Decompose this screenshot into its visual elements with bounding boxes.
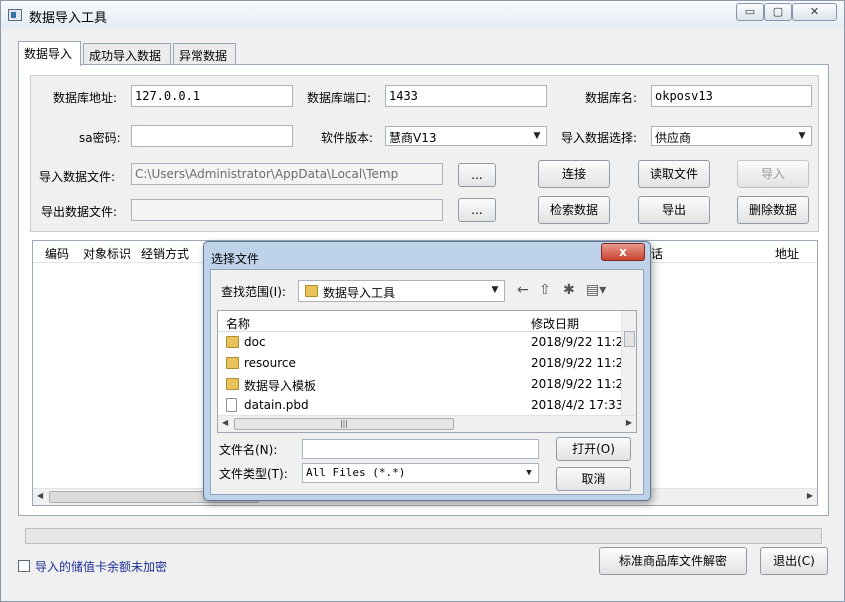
db-address-label: 数据库地址: xyxy=(53,91,118,105)
back-arrow-icon[interactable]: ← xyxy=(517,282,529,298)
file-row[interactable]: doc 2018/9/22 11:21 xyxy=(218,332,622,353)
col-object-id[interactable]: 对象标识 xyxy=(83,245,131,262)
decrypt-button[interactable]: 标准商品库文件解密 xyxy=(599,547,747,575)
import-select-label: 导入数据选择: xyxy=(561,131,638,145)
browse-import-button[interactable]: ... xyxy=(458,163,496,187)
scroll-thumb[interactable] xyxy=(624,331,635,347)
folder-icon xyxy=(226,357,239,369)
sa-password-label: sa密码: xyxy=(79,131,121,145)
filename-input[interactable] xyxy=(302,439,539,459)
col-address[interactable]: 地址 xyxy=(775,245,799,262)
file-date: 2018/9/22 11:21 xyxy=(531,377,621,391)
tab-data-import[interactable]: 数据导入 xyxy=(18,41,81,66)
main-window: 数据导入工具 ▭ ▢ ✕ 数据导入 成功导入数据 异常数据 数据库地址: 127… xyxy=(0,0,845,602)
col-phone[interactable]: 话 xyxy=(651,245,663,262)
dialog-close-button[interactable]: x xyxy=(601,243,645,261)
file-list-horizontal-scrollbar[interactable]: ◀ ||| ▶ xyxy=(218,415,636,432)
folder-icon xyxy=(226,378,239,390)
filetype-select[interactable]: All Files (*.*) ▼ xyxy=(302,463,539,483)
view-menu-icon[interactable]: ▤▾ xyxy=(586,282,606,298)
select-file-dialog: 选择文件 x 查找范围(I): 数据导入工具 ▼ ← ⇧ ✱ ▤▾ 名称 修改日… xyxy=(203,241,651,501)
scroll-right-icon[interactable]: ▶ xyxy=(807,491,813,500)
db-name-input[interactable]: okposv13 xyxy=(651,85,812,107)
exit-button[interactable]: 退出(C) xyxy=(760,547,828,575)
dialog-body: 查找范围(I): 数据导入工具 ▼ ← ⇧ ✱ ▤▾ 名称 修改日期 doc 2… xyxy=(210,269,644,495)
col-code[interactable]: 编码 xyxy=(45,245,69,262)
file-name: datain.pbd xyxy=(244,398,309,412)
close-window-button[interactable]: ✕ xyxy=(792,3,837,21)
import-data-select[interactable]: 供应商 ▼ xyxy=(651,126,812,146)
software-version-value: 慧商V13 xyxy=(389,131,437,145)
new-folder-icon[interactable]: ✱ xyxy=(563,282,575,298)
delete-data-button[interactable]: 删除数据 xyxy=(737,196,809,224)
file-list-header: 名称 修改日期 xyxy=(218,311,622,332)
software-version-label: 软件版本: xyxy=(321,131,374,145)
software-version-select[interactable]: 慧商V13 ▼ xyxy=(385,126,547,146)
sa-password-input[interactable] xyxy=(131,125,293,147)
title-bar[interactable]: 数据导入工具 ▭ ▢ ✕ xyxy=(1,1,844,29)
file-row[interactable]: resource 2018/9/22 11:21 xyxy=(218,353,622,374)
tab-success-import[interactable]: 成功导入数据 xyxy=(83,43,171,65)
connection-settings-group: 数据库地址: 127.0.0.1 数据库端口: 1433 数据库名: okpos… xyxy=(30,75,819,232)
import-file-input[interactable]: C:\Users\Administrator\AppData\Local\Tem… xyxy=(131,163,443,185)
col-sales-method[interactable]: 经销方式 xyxy=(141,245,189,262)
up-folder-icon[interactable]: ⇧ xyxy=(539,282,551,298)
lookin-select[interactable]: 数据导入工具 ▼ xyxy=(298,280,505,302)
file-row[interactable]: datain.pbd 2018/4/2 17:33 xyxy=(218,395,622,416)
scroll-left-icon[interactable]: ◀ xyxy=(222,418,228,427)
folder-icon xyxy=(226,336,239,348)
filetype-label: 文件类型(T): xyxy=(219,467,288,481)
file-date: 2018/9/22 11:21 xyxy=(531,335,621,349)
file-date: 2018/9/22 11:21 xyxy=(531,356,621,370)
browse-export-button[interactable]: ... xyxy=(458,198,496,222)
export-file-input[interactable] xyxy=(131,199,443,221)
chevron-down-icon: ▼ xyxy=(491,285,499,295)
file-list-vertical-scrollbar[interactable] xyxy=(621,311,636,415)
scroll-right-icon[interactable]: ▶ xyxy=(626,418,632,427)
chevron-down-icon: ▼ xyxy=(526,468,532,478)
col-file-name[interactable]: 名称 xyxy=(226,315,250,332)
export-button[interactable]: 导出 xyxy=(638,196,710,224)
unencrypted-label[interactable]: 导入的储值卡余额未加密 xyxy=(35,558,167,575)
chevron-down-icon: ▼ xyxy=(798,131,806,141)
lookin-value: 数据导入工具 xyxy=(323,286,396,300)
file-date: 2018/4/2 17:33 xyxy=(531,398,621,412)
filename-label: 文件名(N): xyxy=(219,443,278,457)
dialog-title: 选择文件 xyxy=(211,252,260,266)
unencrypted-checkbox[interactable] xyxy=(18,560,30,572)
chevron-down-icon: ▼ xyxy=(533,131,541,141)
db-address-input[interactable]: 127.0.0.1 xyxy=(131,85,293,107)
progress-bar xyxy=(25,528,822,544)
tab-abnormal-data[interactable]: 异常数据 xyxy=(173,43,236,65)
window-title: 数据导入工具 xyxy=(29,11,108,26)
import-button[interactable]: 导入 xyxy=(737,160,809,188)
file-row[interactable]: 数据导入模板 2018/9/22 11:21 xyxy=(218,374,622,395)
file-name: 数据导入模板 xyxy=(244,379,317,393)
restore-button[interactable]: ▢ xyxy=(764,3,792,21)
db-name-label: 数据库名: xyxy=(585,91,638,105)
search-data-button[interactable]: 检索数据 xyxy=(538,196,610,224)
db-port-label: 数据库端口: xyxy=(307,91,372,105)
import-select-value: 供应商 xyxy=(655,131,692,145)
col-modified-date[interactable]: 修改日期 xyxy=(531,315,579,332)
scroll-left-icon[interactable]: ◀ xyxy=(37,491,43,500)
export-file-label: 导出数据文件: xyxy=(41,205,118,219)
document-icon xyxy=(226,398,237,412)
file-name: doc xyxy=(244,335,266,349)
read-file-button[interactable]: 读取文件 xyxy=(638,160,710,188)
open-button[interactable]: 打开(O) xyxy=(556,437,631,461)
file-list[interactable]: 名称 修改日期 doc 2018/9/22 11:21 resource 201… xyxy=(217,310,637,433)
file-name: resource xyxy=(244,356,296,370)
filetype-value: All Files (*.*) xyxy=(306,466,406,479)
scroll-thumb[interactable]: ||| xyxy=(234,418,454,430)
folder-icon xyxy=(305,285,318,297)
app-icon xyxy=(8,9,22,21)
import-file-label: 导入数据文件: xyxy=(39,170,116,184)
lookin-label: 查找范围(I): xyxy=(221,285,286,299)
minimize-button[interactable]: ▭ xyxy=(736,3,764,21)
db-port-input[interactable]: 1433 xyxy=(385,85,547,107)
cancel-button[interactable]: 取消 xyxy=(556,467,631,491)
connect-button[interactable]: 连接 xyxy=(538,160,610,188)
